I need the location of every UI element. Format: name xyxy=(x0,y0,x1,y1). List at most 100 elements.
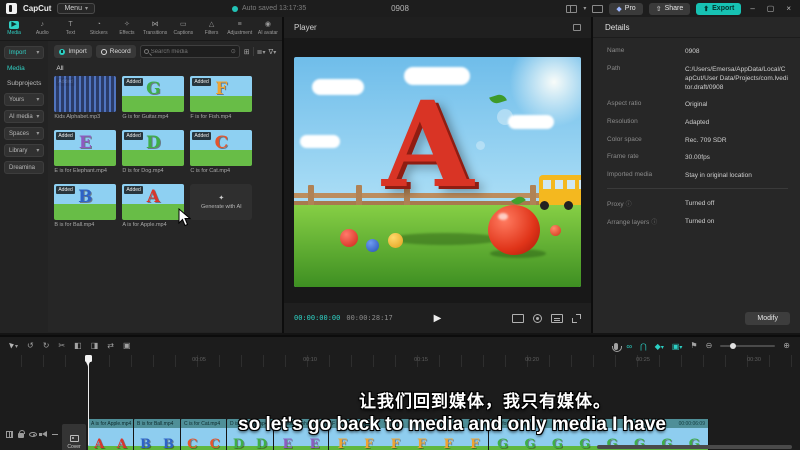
modify-button[interactable]: Modify xyxy=(745,312,790,325)
link-toggle-icon[interactable]: ∞ xyxy=(626,342,632,351)
sidebar-item-spaces[interactable]: Spaces ▾ xyxy=(4,127,45,140)
clip-c[interactable]: C is for Cat.mp4 CC xyxy=(181,419,227,450)
media-item-f[interactable]: Added F F is for Fish.mp4 xyxy=(190,76,253,120)
tab-captions[interactable]: ▭ Captions xyxy=(169,17,197,40)
sidebar-item-dreamina[interactable]: Dreamina xyxy=(4,161,45,174)
generate-ai-card[interactable]: ✦ Generate with AI xyxy=(190,184,253,228)
clip-b[interactable]: B is for Ball.mp4 BB xyxy=(134,419,181,450)
layout-chevron-icon[interactable]: ▾ xyxy=(583,5,586,12)
media-item-e[interactable]: Added E E is for Elephant.mp4 xyxy=(54,130,117,174)
marker-flag-icon[interactable]: ⚑ xyxy=(690,341,697,351)
tab-filters[interactable]: △ Filters xyxy=(197,17,225,40)
share-icon: ⇧ xyxy=(655,5,662,13)
delete-left-button[interactable]: ◧ xyxy=(74,341,82,351)
tab-transitions[interactable]: ⋈ Transitions xyxy=(141,17,169,40)
filter-all-label[interactable]: All xyxy=(56,65,276,72)
sort-icon[interactable]: ≣▾ xyxy=(257,48,266,56)
filter-icon[interactable]: ∇▾ xyxy=(269,48,277,56)
visibility-icon[interactable] xyxy=(29,431,37,437)
media-item-g[interactable]: Added G G is for Guitar.mp4 xyxy=(122,76,185,120)
autosave-text: Auto saved 13:17:35 xyxy=(242,5,307,12)
search-input[interactable] xyxy=(150,48,229,55)
tab-effects[interactable]: ✧ Effects xyxy=(113,17,141,40)
snap-toggle-icon[interactable]: ◆▾ xyxy=(655,342,664,351)
player-header: Player xyxy=(284,17,591,38)
zoom-slider-knob[interactable] xyxy=(730,343,737,349)
media-item-a[interactable]: Added A A is for Apple.mp4 xyxy=(122,184,185,228)
media-item-b[interactable]: Added B B is for Ball.mp4 xyxy=(54,184,117,228)
select-tool-button[interactable]: ▾ xyxy=(9,340,18,352)
delete-right-button[interactable]: ◨ xyxy=(91,341,99,351)
redo-button[interactable]: ↻ xyxy=(43,341,50,351)
sidebar-item-yours[interactable]: Yours ▾ xyxy=(4,93,45,106)
timeline-ruler[interactable]: 00:05 00:10 00:15 00:20 00:25 00:30 xyxy=(0,355,800,367)
share-label: Share xyxy=(664,5,684,12)
media-item-c[interactable]: Added C C is for Cat.mp4 xyxy=(190,130,253,174)
media-content: Import Record ⊙ ⊞ ≣▾ xyxy=(48,41,283,332)
panel-layout-icon[interactable] xyxy=(592,4,604,13)
sidebar-item-import[interactable]: Import ▾ xyxy=(4,46,45,59)
quality-icon[interactable] xyxy=(551,313,563,323)
media-item-d[interactable]: Added D D is for Dog.mp4 xyxy=(122,130,185,174)
video-preview[interactable]: A xyxy=(294,57,581,287)
share-button[interactable]: ⇧ Share xyxy=(648,2,691,15)
clip-a[interactable]: A is for Apple.mp4 AA xyxy=(88,419,134,450)
audio-thumbnail[interactable]: Added xyxy=(54,76,117,112)
sidebar-item-media[interactable]: Media xyxy=(4,63,44,74)
magnet-toggle-icon[interactable]: ⋂ xyxy=(640,342,647,351)
play-button[interactable]: ▶ xyxy=(434,313,442,324)
close-button[interactable]: × xyxy=(783,4,794,13)
minimize-button[interactable]: – xyxy=(747,4,757,13)
search-box[interactable]: ⊙ xyxy=(139,45,240,58)
sidebar-item-subprojects[interactable]: Subprojects xyxy=(4,78,44,89)
layout-toggle-icon[interactable] xyxy=(566,4,578,13)
preview-focus-icon[interactable] xyxy=(533,313,542,323)
mirror-button[interactable]: ⇄ xyxy=(107,341,114,351)
undock-icon[interactable] xyxy=(573,24,581,31)
voiceover-mic-icon[interactable] xyxy=(612,342,623,352)
playhead-line[interactable] xyxy=(88,355,89,445)
split-button[interactable]: ✂ xyxy=(58,341,65,351)
cover-button[interactable]: Cover xyxy=(62,424,86,450)
tab-ai-avatar[interactable]: ◉ AI avatar xyxy=(254,17,282,40)
horizontal-scrollbar[interactable] xyxy=(597,445,792,449)
fullscreen-icon[interactable] xyxy=(572,313,581,323)
crop-button[interactable]: ▣ xyxy=(123,341,131,351)
project-title: 0908 xyxy=(391,4,409,13)
zoom-out-icon[interactable]: ⊖ xyxy=(706,341,713,351)
tab-audio[interactable]: ♪ Audio xyxy=(28,17,56,40)
ratio-icon[interactable] xyxy=(512,313,524,323)
details-rows: Name 0908 Path C:/Users/Emersa/AppData/L… xyxy=(593,38,800,226)
sidebar-item-ai-media[interactable]: AI media ▾ xyxy=(4,110,45,123)
track-options-icon[interactable] xyxy=(6,430,13,438)
preview-axis-toggle-icon[interactable]: ▣▾ xyxy=(672,342,683,351)
detail-row-name: Name 0908 xyxy=(607,47,700,55)
collapse-icon[interactable] xyxy=(52,433,58,435)
mute-icon[interactable] xyxy=(39,431,47,437)
zoom-in-icon[interactable]: ⊕ xyxy=(783,341,790,351)
pro-button[interactable]: ◆ Pro xyxy=(609,2,643,15)
tab-media[interactable]: ▶ Media xyxy=(0,17,28,40)
info-icon: ⓘ xyxy=(651,219,658,226)
playhead-handle[interactable] xyxy=(85,355,92,366)
sidebar-item-library[interactable]: Library ▾ xyxy=(4,144,45,157)
detail-row-frame-rate: Frame rate 30.00fps xyxy=(607,153,710,162)
lock-icon[interactable] xyxy=(18,430,25,438)
import-button[interactable]: Import xyxy=(54,45,92,58)
tab-text[interactable]: T Text xyxy=(56,17,84,40)
timeline-zoom-slider[interactable] xyxy=(720,343,776,349)
sticker-icon: ◔ xyxy=(96,21,101,28)
media-sidebar: Import ▾ Media Subprojects Yours ▾ AI me… xyxy=(0,41,49,332)
media-item-audio[interactable]: Added Kids Alphabet.mp3 xyxy=(54,76,117,120)
player-controls: 00:00:00:00 00:00:28:17 ▶ xyxy=(284,303,591,333)
tab-adjustment[interactable]: ≡ Adjustment xyxy=(226,17,254,40)
undo-button[interactable]: ↺ xyxy=(27,341,34,351)
record-button[interactable]: Record xyxy=(95,45,136,58)
export-button[interactable]: ⬆ Export xyxy=(696,2,742,15)
letter-a-3d: A xyxy=(382,75,474,214)
search-scope-icon[interactable]: ⊙ xyxy=(231,48,236,55)
grid-view-icon[interactable]: ⊞ xyxy=(244,48,250,56)
maximize-button[interactable]: ▢ xyxy=(764,4,778,13)
tab-stickers[interactable]: ◔ Stickers xyxy=(85,17,113,40)
menu-button[interactable]: Menu ▾ xyxy=(57,3,95,14)
